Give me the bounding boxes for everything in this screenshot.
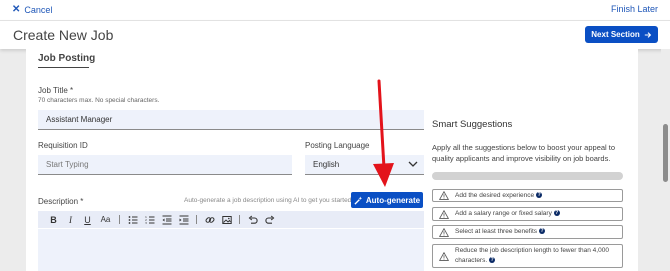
link-icon[interactable] xyxy=(202,212,217,227)
warning-icon xyxy=(439,191,449,200)
text-case-button[interactable]: Aa xyxy=(97,212,114,227)
section-underline xyxy=(38,67,89,68)
info-icon[interactable]: ? xyxy=(553,210,560,217)
close-icon: ✕ xyxy=(12,4,21,15)
description-editor[interactable] xyxy=(38,229,424,271)
warning-icon xyxy=(439,251,449,261)
requisition-id-label: Requisition ID xyxy=(38,141,88,150)
posting-language-value: English xyxy=(313,160,340,169)
next-section-label: Next Section xyxy=(591,30,640,39)
smart-suggestions-description: Apply all the suggestions below to boost… xyxy=(432,143,616,163)
suggestion-text: Add a salary range or fixed salary xyxy=(455,210,552,217)
warning-icon xyxy=(439,209,449,219)
suggestion-text: Select at least three benefits xyxy=(455,228,538,235)
job-title-hint: 70 characters max. No special characters… xyxy=(38,97,160,104)
auto-generate-label: Auto-generate xyxy=(365,195,421,205)
job-title-label: Job Title * xyxy=(38,86,74,95)
bulleted-list-icon[interactable] xyxy=(125,212,140,227)
suggestions-progress-bar xyxy=(432,172,623,180)
suggestion-item[interactable]: Add a salary range or fixed salary? xyxy=(432,207,623,221)
image-icon[interactable] xyxy=(219,212,234,227)
outdent-icon[interactable] xyxy=(159,212,174,227)
italic-button[interactable]: I xyxy=(63,212,78,227)
requisition-id-input[interactable]: Start Typing xyxy=(38,155,292,175)
top-bar: ✕ Cancel Finish Later xyxy=(0,0,670,20)
info-icon[interactable]: ? xyxy=(539,228,546,235)
editor-toolbar: B I U Aa 123 xyxy=(38,211,424,228)
suggestion-text: Reduce the job description length to few… xyxy=(455,247,609,264)
numbered-list-icon[interactable]: 123 xyxy=(142,212,157,227)
smart-suggestions-title: Smart Suggestions xyxy=(432,119,513,130)
scrollbar-thumb[interactable] xyxy=(663,124,668,182)
suggestion-item[interactable]: Add the desired experience? xyxy=(432,189,623,202)
toolbar-divider xyxy=(239,215,240,224)
next-section-button[interactable]: Next Section xyxy=(585,26,658,43)
auto-generate-button[interactable]: Auto-generate xyxy=(351,192,423,208)
toolbar-divider xyxy=(119,215,120,224)
posting-language-label: Posting Language xyxy=(305,141,370,150)
job-title-input[interactable]: Assistant Manager xyxy=(38,110,424,130)
indent-icon[interactable] xyxy=(176,212,191,227)
finish-later-link[interactable]: Finish Later xyxy=(611,4,658,14)
undo-icon[interactable] xyxy=(245,212,260,227)
suggestion-item[interactable]: Reduce the job description length to few… xyxy=(432,244,623,268)
suggestion-text: Add the desired experience xyxy=(455,191,535,199)
chevron-down-icon xyxy=(408,161,418,167)
toolbar-divider xyxy=(196,215,197,224)
info-icon[interactable]: ? xyxy=(489,257,496,264)
description-label: Description * xyxy=(38,197,84,206)
cancel-label: Cancel xyxy=(24,4,53,15)
arrow-right-icon xyxy=(644,31,651,38)
underline-button[interactable]: U xyxy=(80,212,95,227)
info-icon[interactable]: ? xyxy=(536,191,543,198)
magic-wand-icon xyxy=(354,195,362,205)
cancel-link[interactable]: ✕ Cancel xyxy=(12,4,52,15)
bold-button[interactable]: B xyxy=(46,212,61,227)
posting-language-select[interactable]: English xyxy=(305,155,424,175)
section-title: Job Posting xyxy=(38,53,96,64)
redo-icon[interactable] xyxy=(262,212,277,227)
ai-hint-text: Auto-generate a job description using AI… xyxy=(184,197,352,204)
svg-text:3: 3 xyxy=(145,221,147,225)
page-title: Create New Job xyxy=(13,27,114,43)
suggestion-item[interactable]: Select at least three benefits? xyxy=(432,225,623,239)
warning-icon xyxy=(439,227,449,237)
